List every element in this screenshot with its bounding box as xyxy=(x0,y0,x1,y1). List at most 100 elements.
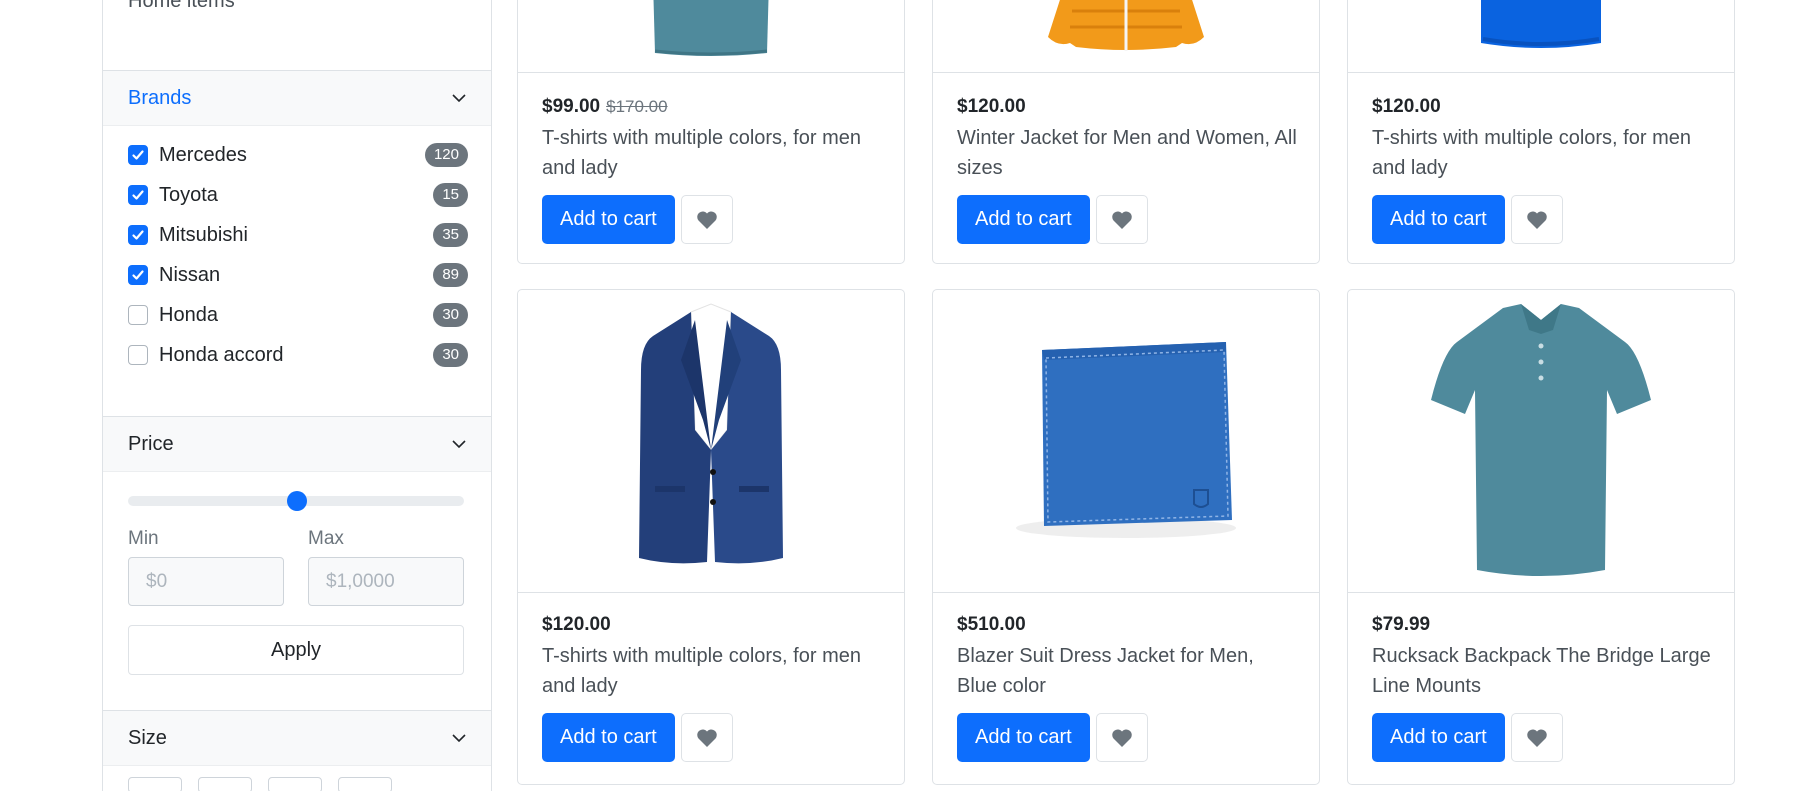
orange-puffer-jacket-image xyxy=(1048,0,1204,51)
product-title[interactable]: T-shirts with multiple colors, for men a… xyxy=(542,123,884,183)
product-card: $120.00 T-shirts with multiple colors, f… xyxy=(517,289,905,785)
brand-checkbox[interactable] xyxy=(128,185,148,205)
max-price-input[interactable] xyxy=(308,557,464,606)
min-price-label: Min xyxy=(128,528,159,549)
brand-label: Mercedes xyxy=(159,143,247,166)
heart-icon xyxy=(1526,728,1547,747)
brand-option[interactable]: Mitsubishi 35 xyxy=(128,215,468,255)
chevron-down-icon xyxy=(452,440,466,449)
product-old-price: $170.00 xyxy=(606,97,668,116)
product-card: $99.00 $170.00 T-shirts with multiple col… xyxy=(517,0,905,264)
brand-label: Honda accord xyxy=(159,343,284,366)
add-to-cart-button[interactable]: Add to cart xyxy=(1372,713,1505,762)
size-accordion-header[interactable]: Size xyxy=(103,710,491,766)
product-price: $510.00 xyxy=(957,614,1026,635)
add-to-cart-button[interactable]: Add to cart xyxy=(542,713,675,762)
add-to-cart-button[interactable]: Add to cart xyxy=(1372,195,1505,244)
product-card: $79.99 Rucksack Backpack The Bridge Larg… xyxy=(1347,289,1735,785)
product-image[interactable] xyxy=(933,0,1319,73)
brand-count-badge: 120 xyxy=(424,143,468,167)
wishlist-button[interactable] xyxy=(1095,195,1148,244)
wishlist-button[interactable] xyxy=(1510,713,1563,762)
wishlist-button[interactable] xyxy=(680,195,733,244)
brand-option[interactable]: Mercedes 120 xyxy=(128,135,468,175)
product-body: $120.00 Winter Jacket for Men and Women,… xyxy=(957,93,1299,244)
teal-polo-shirt-image xyxy=(1431,304,1651,576)
brand-label: Toyota xyxy=(159,183,218,206)
category-list-tail: Home items xyxy=(103,0,491,70)
product-price: $99.00 xyxy=(542,96,601,117)
brand-count-badge: 30 xyxy=(433,303,468,327)
brand-count-badge: 89 xyxy=(433,263,468,287)
product-price-line: $120.00 xyxy=(542,611,884,639)
brand-filter-list: Mercedes 120 Toyota 15 Mitsubishi 35 Nis… xyxy=(128,135,468,375)
product-card: $120.00 T-shirts with multiple colors, f… xyxy=(1347,0,1735,264)
product-card: $120.00 Winter Jacket for Men and Women,… xyxy=(932,0,1320,264)
product-body: $510.00 Blazer Suit Dress Jacket for Men… xyxy=(957,611,1299,762)
apply-price-button[interactable]: Apply xyxy=(128,625,464,675)
product-body: $79.99 Rucksack Backpack The Bridge Larg… xyxy=(1372,611,1714,762)
brand-option[interactable]: Nissan 89 xyxy=(128,255,468,295)
product-actions: Add to cart xyxy=(957,195,1299,244)
heart-icon xyxy=(1526,210,1547,229)
brand-count-badge: 30 xyxy=(433,343,468,367)
wishlist-button[interactable] xyxy=(1095,713,1148,762)
product-price-line: $120.00 xyxy=(957,93,1299,121)
add-to-cart-button[interactable]: Add to cart xyxy=(957,195,1090,244)
product-title[interactable]: Rucksack Backpack The Bridge Large Line … xyxy=(1372,641,1714,701)
product-title[interactable]: T-shirts with multiple colors, for men a… xyxy=(542,641,884,701)
product-title[interactable]: Blazer Suit Dress Jacket for Men, Blue c… xyxy=(957,641,1299,701)
price-slider-thumb[interactable] xyxy=(287,491,307,511)
size-chip[interactable] xyxy=(198,777,252,791)
wishlist-button[interactable] xyxy=(680,713,733,762)
size-chip[interactable] xyxy=(338,777,392,791)
product-image[interactable] xyxy=(1348,0,1734,73)
product-card: $510.00 Blazer Suit Dress Jacket for Men… xyxy=(932,289,1320,785)
size-options xyxy=(128,777,392,791)
brands-title: Brands xyxy=(128,86,192,109)
product-title[interactable]: T-shirts with multiple colors, for men a… xyxy=(1372,123,1714,183)
product-actions: Add to cart xyxy=(542,713,884,762)
chevron-down-icon xyxy=(452,94,466,103)
brand-count-badge: 15 xyxy=(433,183,468,207)
product-price: $120.00 xyxy=(1372,96,1441,117)
heart-icon xyxy=(696,728,717,747)
price-accordion-header[interactable]: Price xyxy=(103,416,491,472)
brand-checkbox[interactable] xyxy=(128,225,148,245)
brands-accordion-header[interactable]: Brands xyxy=(103,70,491,126)
product-image[interactable] xyxy=(518,290,904,593)
size-chip[interactable] xyxy=(128,777,182,791)
product-actions: Add to cart xyxy=(1372,713,1714,762)
heart-icon xyxy=(1111,210,1132,229)
brand-option[interactable]: Honda 30 xyxy=(128,295,468,335)
brand-checkbox[interactable] xyxy=(128,305,148,325)
product-actions: Add to cart xyxy=(957,713,1299,762)
product-image[interactable] xyxy=(1348,290,1734,593)
checkmark-icon xyxy=(132,230,144,240)
brand-label: Nissan xyxy=(159,263,221,286)
add-to-cart-button[interactable]: Add to cart xyxy=(957,713,1090,762)
brand-checkbox[interactable] xyxy=(128,145,148,165)
brand-option[interactable]: Toyota 15 xyxy=(128,175,468,215)
category-item-home[interactable]: Home items xyxy=(128,0,235,13)
checkmark-icon xyxy=(132,150,144,160)
brand-count-badge: 35 xyxy=(433,223,468,247)
heart-icon xyxy=(1111,728,1132,747)
product-actions: Add to cart xyxy=(542,195,884,244)
product-image[interactable] xyxy=(933,290,1319,593)
size-chip[interactable] xyxy=(268,777,322,791)
product-image[interactable] xyxy=(518,0,904,73)
product-body: $99.00 $170.00 T-shirts with multiple col… xyxy=(542,93,884,244)
price-range-slider[interactable] xyxy=(128,491,464,511)
navy-blazer-image xyxy=(639,303,783,564)
min-price-input[interactable] xyxy=(128,557,284,606)
brand-checkbox[interactable] xyxy=(128,345,148,365)
brand-option[interactable]: Honda accord 30 xyxy=(128,335,468,375)
brand-label: Honda xyxy=(159,303,218,326)
product-title[interactable]: Winter Jacket for Men and Women, All siz… xyxy=(957,123,1299,183)
brand-checkbox[interactable] xyxy=(128,265,148,285)
add-to-cart-button[interactable]: Add to cart xyxy=(542,195,675,244)
wishlist-button[interactable] xyxy=(1510,195,1563,244)
product-price: $79.99 xyxy=(1372,614,1431,635)
product-price: $120.00 xyxy=(957,96,1026,117)
